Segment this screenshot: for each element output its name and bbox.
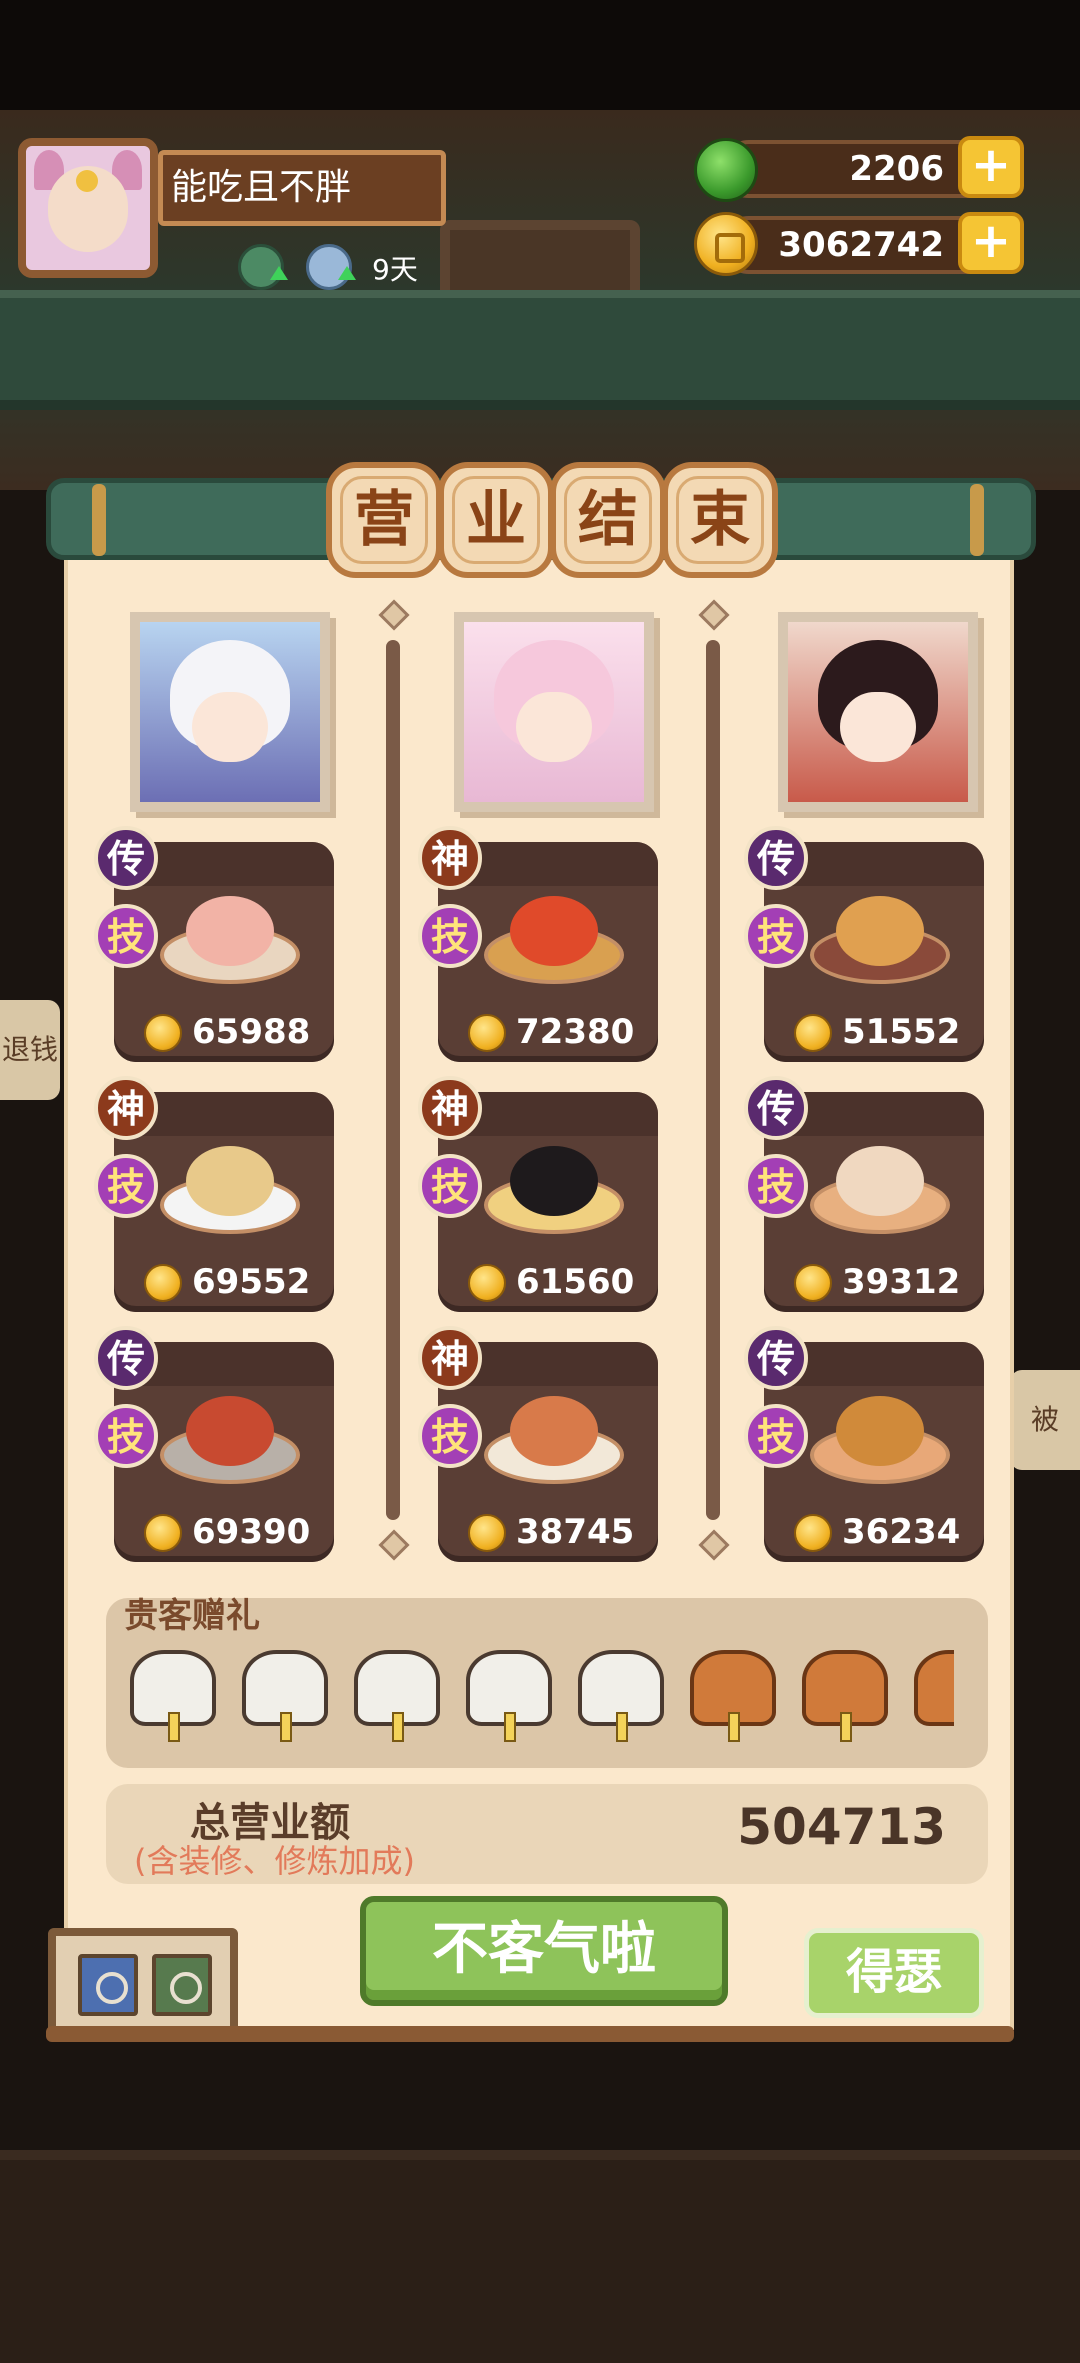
rank-badge: 传: [94, 826, 158, 890]
gift-item[interactable]: [914, 1650, 954, 1736]
rank-badge: 神: [418, 1326, 482, 1390]
skill-badge: 技: [94, 904, 158, 968]
coin-icon: [468, 1264, 506, 1302]
gift-item[interactable]: [690, 1650, 776, 1742]
chef-portrait-2[interactable]: [454, 612, 654, 812]
rank-badge: 传: [744, 1326, 808, 1390]
gift-item[interactable]: [130, 1650, 216, 1742]
rank-badge: 传: [744, 826, 808, 890]
dish-price: 65988: [192, 1012, 311, 1052]
side-tab-right: 被: [1010, 1370, 1080, 1470]
rank-badge: 传: [94, 1326, 158, 1390]
coin-icon: [794, 1264, 832, 1302]
chef-portrait-1[interactable]: [130, 612, 330, 812]
dish-image-icon: [484, 1132, 624, 1242]
dish-image-icon: [484, 882, 624, 992]
skill-badge: 技: [744, 904, 808, 968]
coin-icon: [144, 1264, 182, 1302]
dish-image-icon: [160, 1382, 300, 1492]
skill-badge: 技: [418, 1404, 482, 1468]
rank-badge: 神: [94, 1076, 158, 1140]
coin-icon: [694, 212, 758, 276]
title-char-3: 结: [550, 462, 666, 578]
chef-portrait-3[interactable]: [778, 612, 978, 812]
dish-price: 69552: [192, 1262, 311, 1302]
dish-image-icon: [160, 882, 300, 992]
coin-icon: [794, 1514, 832, 1552]
show-off-button[interactable]: 得瑟: [804, 1928, 984, 2018]
gift-item[interactable]: [466, 1650, 552, 1742]
title-char-1: 营: [326, 462, 442, 578]
scroll-rod-left: [92, 484, 106, 556]
dish-price: 69390: [192, 1512, 311, 1552]
confirm-button[interactable]: 不客气啦: [360, 1896, 728, 2006]
skill-badge: 技: [94, 1154, 158, 1218]
floor-background: [0, 2150, 1080, 2363]
level-up-arrow-icon: [270, 266, 288, 280]
column-divider: [706, 640, 720, 1520]
dish-image-icon: [810, 882, 950, 992]
dish-price: 72380: [516, 1012, 635, 1052]
coin-icon: [468, 1014, 506, 1052]
skill-up-arrow-icon: [338, 266, 356, 280]
coin-icon: [144, 1014, 182, 1052]
dish-image-icon: [160, 1132, 300, 1242]
cabinet-icon[interactable]: [48, 1928, 238, 2038]
panel-bottom-rod: [46, 2026, 1014, 2042]
player-name: 能吃且不胖: [158, 150, 446, 226]
dish-price: 36234: [842, 1512, 961, 1552]
guest-gifts-title: 贵客赠礼: [124, 1596, 260, 1636]
rank-badge: 神: [418, 826, 482, 890]
dish-price: 51552: [842, 1012, 961, 1052]
gift-item[interactable]: [242, 1650, 328, 1742]
dish-image-icon: [484, 1382, 624, 1492]
skill-badge: 技: [744, 1404, 808, 1468]
gift-item[interactable]: [802, 1650, 888, 1742]
days-count: 9天: [372, 253, 418, 286]
dish-price: 61560: [516, 1262, 635, 1302]
gift-item[interactable]: [578, 1650, 664, 1742]
rank-badge: 传: [744, 1076, 808, 1140]
restaurant-roof: [0, 290, 1080, 410]
coin-icon: [468, 1514, 506, 1552]
player-avatar[interactable]: [18, 138, 158, 278]
scroll-rod-right: [970, 484, 984, 556]
total-revenue-note: (含装修、修炼加成): [134, 1842, 415, 1880]
coin-icon: [144, 1514, 182, 1552]
skill-badge: 技: [418, 1154, 482, 1218]
dish-price: 38745: [516, 1512, 635, 1552]
dish-image-icon: [810, 1132, 950, 1242]
coin-icon: [794, 1014, 832, 1052]
title-char-4: 束: [662, 462, 778, 578]
side-tab-left: 退钱: [0, 1000, 60, 1100]
apple-icon: [694, 138, 758, 202]
total-revenue-value: 504713: [737, 1798, 946, 1856]
column-divider: [386, 640, 400, 1520]
rank-badge: 神: [418, 1076, 482, 1140]
dish-price: 39312: [842, 1262, 961, 1302]
add-coins-button[interactable]: +: [958, 212, 1024, 274]
add-apples-button[interactable]: +: [958, 136, 1024, 198]
skill-badge: 技: [744, 1154, 808, 1218]
gift-item[interactable]: [354, 1650, 440, 1742]
skill-badge: 技: [418, 904, 482, 968]
title-char-2: 业: [438, 462, 554, 578]
dish-image-icon: [810, 1382, 950, 1492]
skill-badge: 技: [94, 1404, 158, 1468]
